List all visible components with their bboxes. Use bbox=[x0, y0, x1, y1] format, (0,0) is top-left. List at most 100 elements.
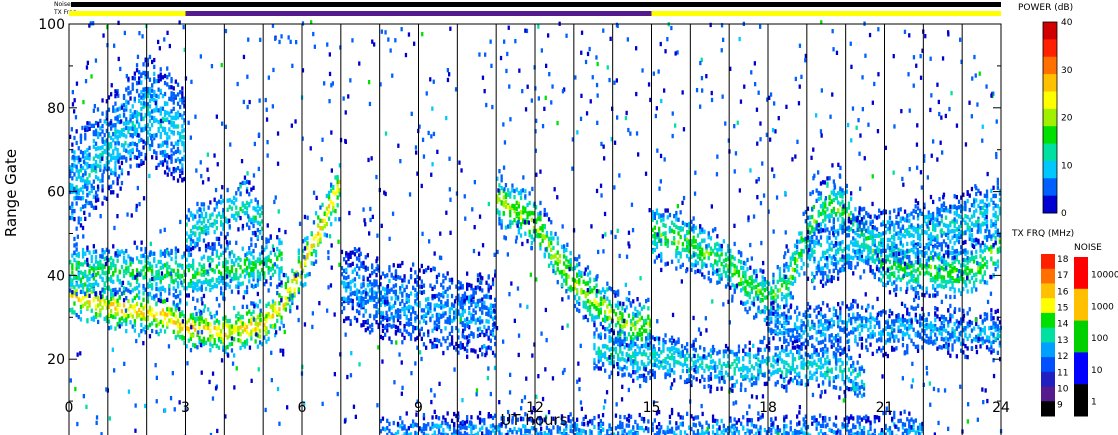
echo-cell bbox=[563, 261, 566, 266]
echo-cell bbox=[740, 288, 743, 293]
echo-cell bbox=[755, 362, 758, 367]
echo-cell bbox=[634, 335, 637, 340]
echo-cell bbox=[392, 315, 395, 320]
echo-cell bbox=[547, 236, 551, 241]
echo-cell bbox=[798, 231, 801, 236]
echo-cell bbox=[716, 351, 719, 356]
echo-cell bbox=[200, 202, 203, 207]
echo-cell bbox=[664, 333, 667, 338]
echo-cell bbox=[828, 368, 831, 373]
echo-cell bbox=[642, 328, 646, 333]
echo-cell bbox=[375, 320, 378, 325]
echo-cell bbox=[599, 301, 602, 306]
echo-cell bbox=[832, 312, 835, 318]
echo-cell bbox=[474, 285, 477, 290]
echo-cell bbox=[737, 282, 741, 287]
echo-cell bbox=[798, 371, 801, 376]
echo-cell bbox=[470, 331, 473, 336]
echo-cell bbox=[709, 251, 713, 256]
echo-cell bbox=[239, 206, 242, 212]
echo-cell bbox=[912, 306, 915, 311]
echo-cell bbox=[459, 304, 462, 310]
echo-cell bbox=[655, 336, 659, 341]
echo-cell bbox=[891, 319, 894, 324]
echo-cell bbox=[256, 274, 259, 279]
echo-cell bbox=[759, 290, 762, 295]
echo-cell bbox=[750, 382, 753, 387]
echo-cell bbox=[880, 330, 883, 335]
echo-cell bbox=[722, 349, 725, 354]
echo-cell bbox=[686, 368, 689, 374]
echo-cell bbox=[560, 274, 564, 279]
echo-cell bbox=[71, 278, 74, 283]
echo-cell bbox=[556, 267, 559, 272]
echo-cell bbox=[470, 283, 473, 288]
echo-cell bbox=[821, 363, 825, 368]
echo-cell bbox=[787, 369, 790, 374]
echo-cell bbox=[196, 201, 199, 207]
echo-cell bbox=[306, 253, 309, 258]
echo-cell bbox=[133, 309, 136, 314]
echo-cell bbox=[381, 299, 385, 305]
echo-cell bbox=[425, 320, 428, 325]
echo-cell bbox=[638, 366, 641, 371]
echo-cell bbox=[196, 345, 199, 350]
echo-cell bbox=[250, 199, 253, 204]
echo-cell bbox=[830, 339, 833, 344]
echo-cell bbox=[429, 302, 432, 307]
echo-cell bbox=[209, 328, 212, 334]
echo-cell bbox=[582, 289, 585, 295]
echo-cell bbox=[392, 323, 395, 328]
echo-cell bbox=[304, 274, 307, 279]
echo-cell bbox=[796, 372, 799, 377]
echo-cell bbox=[409, 336, 413, 341]
echo-cell bbox=[798, 311, 801, 316]
echo-cell bbox=[957, 288, 961, 293]
echo-cell bbox=[468, 319, 471, 325]
echo-cell bbox=[815, 337, 818, 342]
echo-cell bbox=[265, 256, 268, 261]
echo-cell bbox=[785, 279, 788, 285]
echo-cell bbox=[893, 328, 896, 333]
echo-cell bbox=[174, 255, 177, 260]
echo-cell bbox=[778, 288, 782, 293]
echo-cell bbox=[662, 222, 665, 228]
echo-cell bbox=[606, 326, 609, 332]
echo-cell bbox=[509, 191, 512, 197]
echo-cell bbox=[207, 255, 210, 260]
echo-cell bbox=[405, 296, 408, 302]
echo-cell bbox=[973, 272, 976, 278]
echo-cell bbox=[360, 323, 363, 328]
echo-cell bbox=[608, 323, 611, 328]
echo-cell bbox=[629, 319, 633, 324]
echo-cell bbox=[983, 271, 986, 276]
echo-cell bbox=[239, 273, 242, 278]
echo-cell bbox=[129, 320, 132, 325]
echo-cell bbox=[634, 356, 637, 361]
echo-cell bbox=[964, 268, 967, 273]
echo-cell bbox=[938, 264, 941, 269]
echo-cell bbox=[323, 232, 326, 237]
echo-cell bbox=[157, 332, 160, 337]
echo-cell bbox=[358, 310, 361, 315]
echo-cell bbox=[200, 281, 203, 286]
echo-cell bbox=[472, 299, 475, 304]
echo-cell bbox=[392, 263, 395, 268]
echo-cell bbox=[824, 371, 827, 376]
echo-cell bbox=[983, 280, 986, 285]
echo-cell bbox=[306, 245, 309, 251]
echo-cell bbox=[653, 358, 656, 363]
echo-cell bbox=[211, 251, 214, 256]
echo-cell bbox=[897, 325, 900, 330]
echo-cell bbox=[159, 291, 162, 296]
echo-cell bbox=[604, 310, 607, 315]
echo-cell bbox=[979, 262, 982, 267]
echo-cell bbox=[604, 368, 607, 373]
echo-cell bbox=[481, 288, 484, 293]
echo-cell bbox=[468, 310, 471, 316]
echo-cell bbox=[750, 281, 753, 286]
echo-cell bbox=[701, 272, 704, 277]
echo-cell bbox=[256, 291, 259, 297]
echo-cell bbox=[834, 212, 838, 217]
echo-cell bbox=[431, 328, 434, 333]
